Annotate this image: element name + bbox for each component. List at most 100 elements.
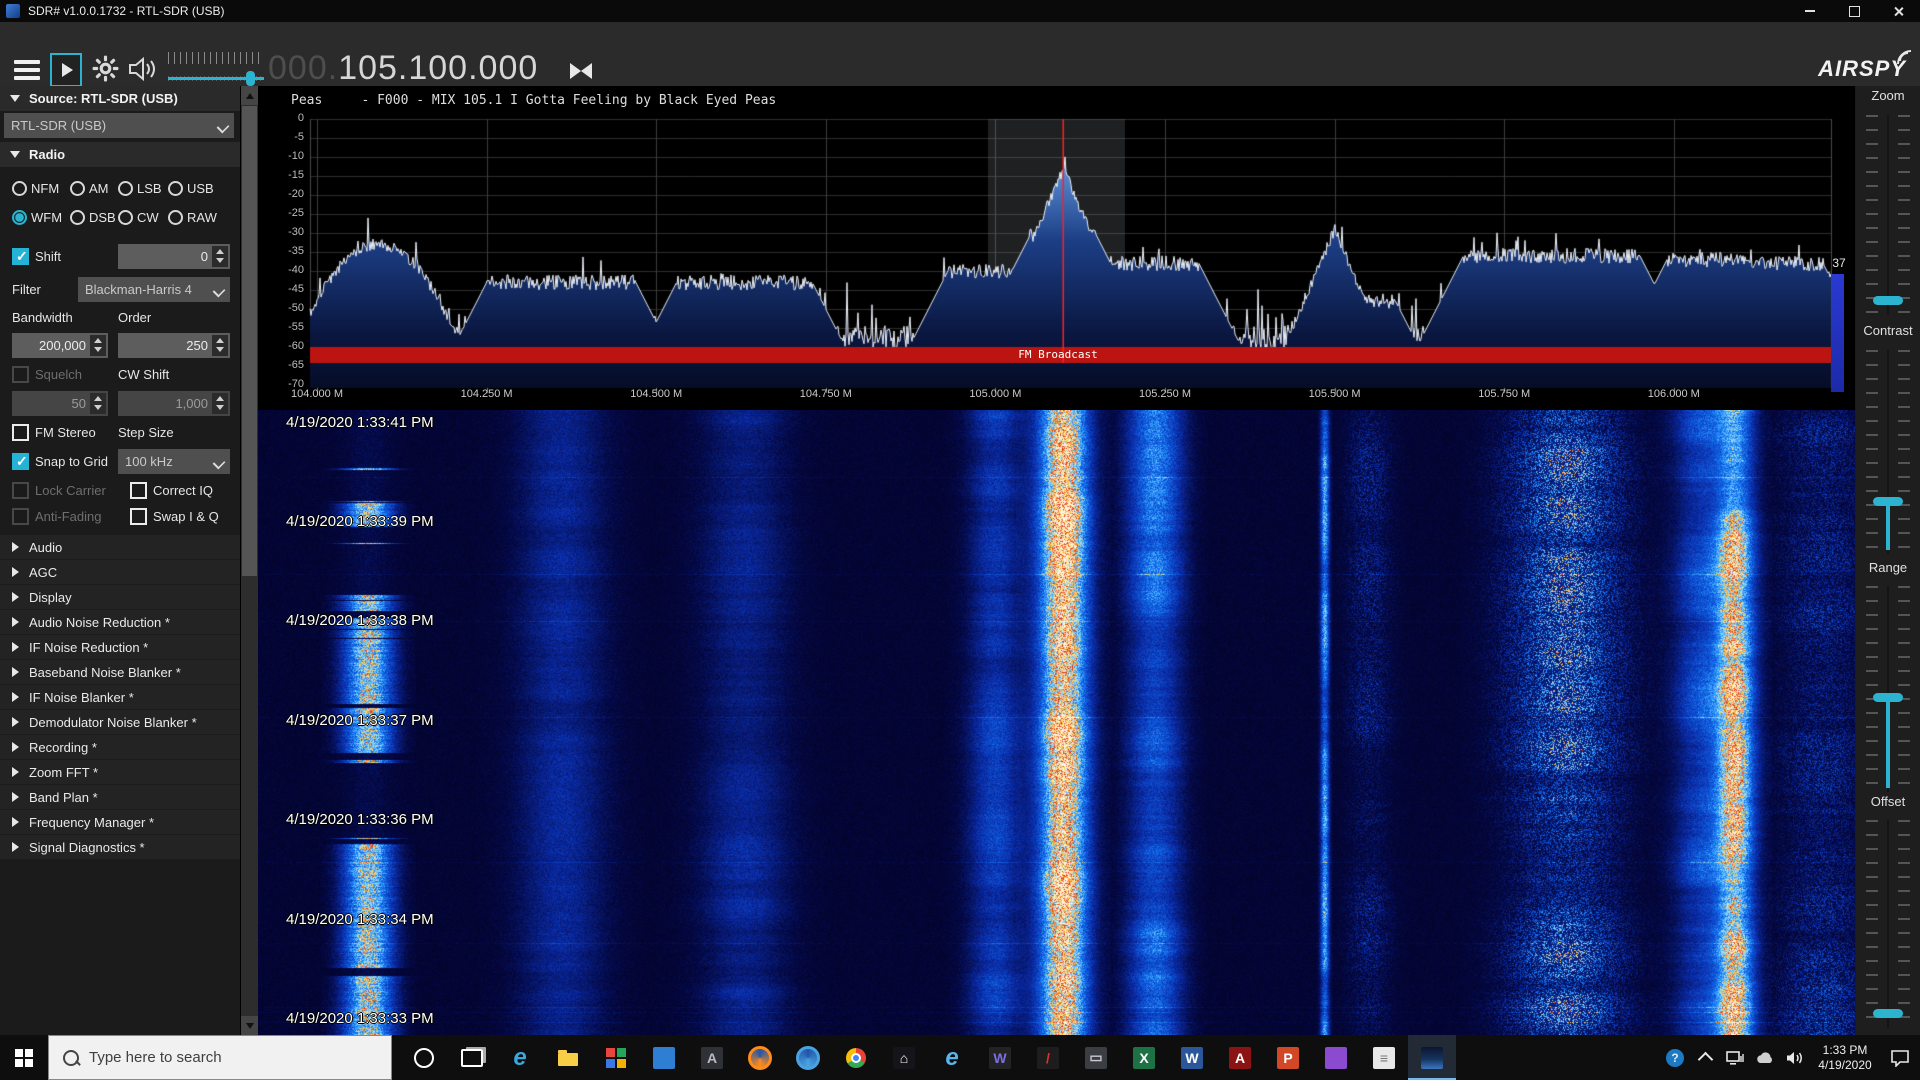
radio-mode-dsb[interactable]: DSB: [70, 210, 118, 225]
taskbar-app-media-app[interactable]: [1312, 1035, 1360, 1080]
taskbar-search[interactable]: [48, 1035, 392, 1080]
taskbar-app-globe-app[interactable]: [784, 1035, 832, 1080]
taskbar-app-task-view[interactable]: [448, 1035, 496, 1080]
radio-mode-nfm[interactable]: NFM: [12, 181, 70, 196]
volume-slider[interactable]: [168, 52, 264, 88]
scroll-up-icon[interactable]: [241, 86, 258, 105]
taskbar-app-notepad[interactable]: ≡: [1360, 1035, 1408, 1080]
spectrum-display[interactable]: Peas - F000 - MIX 105.1 I Gotta Feeling …: [258, 86, 1855, 410]
spinner-icon[interactable]: [90, 393, 106, 414]
taskbar-clock[interactable]: 1:33 PM4/19/2020: [1810, 1043, 1880, 1073]
bandwidth-input[interactable]: 200,000: [12, 333, 108, 358]
spinner-icon[interactable]: [212, 335, 228, 356]
radio-section-header[interactable]: Radio: [0, 142, 240, 167]
cw-shift-input[interactable]: 1,000: [118, 391, 230, 416]
audio-mute-button[interactable]: [128, 56, 158, 82]
maximize-button[interactable]: [1832, 0, 1876, 22]
radio-mode-usb[interactable]: USB: [168, 181, 224, 196]
slider-thumb[interactable]: [1873, 497, 1903, 506]
taskbar-app-store[interactable]: ⌂: [880, 1035, 928, 1080]
shift-input[interactable]: 0: [118, 244, 230, 269]
sidebar-scrollbar[interactable]: [241, 86, 258, 1035]
swap-iq-checkbox[interactable]: Swap I & Q: [130, 508, 230, 525]
sidebar-panel-if-noise-blanker[interactable]: IF Noise Blanker *: [0, 685, 240, 709]
squelch-input[interactable]: 50: [12, 391, 108, 416]
slider-zoom[interactable]: [1866, 115, 1910, 315]
sidebar-panel-agc[interactable]: AGC: [0, 560, 240, 584]
network-tray-icon[interactable]: [1720, 1035, 1750, 1080]
settings-button[interactable]: [92, 55, 119, 82]
slider-range[interactable]: [1866, 586, 1910, 792]
waterfall-canvas[interactable]: [258, 410, 1855, 1035]
snap-to-grid-checkbox[interactable]: Snap to Grid: [12, 453, 108, 470]
radio-mode-raw[interactable]: RAW: [168, 210, 224, 225]
taskbar-app-excel[interactable]: X: [1120, 1035, 1168, 1080]
taskbar-app-edge[interactable]: e: [496, 1035, 544, 1080]
radio-mode-cw[interactable]: CW: [118, 210, 168, 225]
spinner-icon[interactable]: [90, 335, 106, 356]
menu-button[interactable]: [14, 60, 40, 80]
order-input[interactable]: 250: [118, 333, 230, 358]
taskbar-app-browser-swirl[interactable]: [736, 1035, 784, 1080]
slider-contrast[interactable]: [1866, 350, 1910, 554]
onedrive-tray-icon[interactable]: [1750, 1035, 1780, 1080]
sidebar-panel-signal-diagnostics[interactable]: Signal Diagnostics *: [0, 835, 240, 859]
slider-thumb[interactable]: [1873, 693, 1903, 702]
minimize-button[interactable]: [1788, 0, 1832, 22]
sidebar-panel-display[interactable]: Display: [0, 585, 240, 609]
sidebar-panel-baseband-noise-blanker[interactable]: Baseband Noise Blanker *: [0, 660, 240, 684]
taskbar-app-word[interactable]: W: [1168, 1035, 1216, 1080]
play-button[interactable]: [50, 53, 82, 87]
anti-fading-checkbox[interactable]: Anti-Fading: [12, 508, 120, 525]
taskbar-app-chrome[interactable]: [832, 1035, 880, 1080]
sidebar-panel-frequency-manager[interactable]: Frequency Manager *: [0, 810, 240, 834]
slider-thumb[interactable]: [1873, 1009, 1903, 1018]
taskbar-app-powerpoint[interactable]: P: [1264, 1035, 1312, 1080]
taskbar-app-pen-app[interactable]: /: [1024, 1035, 1072, 1080]
source-select[interactable]: RTL-SDR (USB): [4, 113, 234, 138]
close-button[interactable]: [1876, 0, 1920, 22]
scroll-down-icon[interactable]: [241, 1016, 258, 1035]
shift-checkbox[interactable]: Shift: [12, 248, 108, 265]
waterfall-display[interactable]: 4/19/2020 1:33:41 PM4/19/2020 1:33:39 PM…: [258, 410, 1855, 1035]
volume-thumb[interactable]: [246, 71, 255, 86]
radio-mode-am[interactable]: AM: [70, 181, 118, 196]
taskbar-app-photos[interactable]: [592, 1035, 640, 1080]
taskbar-app-app-w[interactable]: W: [976, 1035, 1024, 1080]
start-button[interactable]: [0, 1035, 48, 1080]
radio-mode-lsb[interactable]: LSB: [118, 181, 168, 196]
snap-to-center-button[interactable]: [570, 62, 600, 80]
search-input[interactable]: [87, 1048, 351, 1067]
squelch-checkbox[interactable]: Squelch: [12, 366, 108, 383]
volume-tray-icon[interactable]: [1780, 1035, 1810, 1080]
taskbar-app-cortana[interactable]: [400, 1035, 448, 1080]
sidebar-panel-audio[interactable]: Audio: [0, 535, 240, 559]
tray-chevron-up-icon[interactable]: [1690, 1035, 1720, 1080]
action-center-button[interactable]: [1880, 1035, 1920, 1080]
sidebar-panel-recording[interactable]: Recording *: [0, 735, 240, 759]
filter-select[interactable]: Blackman-Harris 4: [78, 277, 230, 302]
scrollbar-thumb[interactable]: [242, 106, 257, 576]
sidebar-panel-zoom-fft[interactable]: Zoom FFT *: [0, 760, 240, 784]
taskbar-app-file-explorer[interactable]: [544, 1035, 592, 1080]
taskbar-app-acrobat[interactable]: A: [1216, 1035, 1264, 1080]
lock-carrier-checkbox[interactable]: Lock Carrier: [12, 482, 120, 499]
spinner-icon[interactable]: [212, 246, 228, 267]
spinner-icon[interactable]: [212, 393, 228, 414]
taskbar-app-sdrsharp[interactable]: [1408, 1035, 1456, 1080]
sidebar-panel-demodulator-noise-blanker[interactable]: Demodulator Noise Blanker *: [0, 710, 240, 734]
taskbar-app-app-blue[interactable]: [640, 1035, 688, 1080]
fm-stereo-checkbox[interactable]: FM Stereo: [12, 424, 108, 441]
sidebar-panel-audio-noise-reduction[interactable]: Audio Noise Reduction *: [0, 610, 240, 634]
slider-offset[interactable]: [1866, 820, 1910, 1028]
correct-iq-checkbox[interactable]: Correct IQ: [130, 482, 230, 499]
frequency-display[interactable]: 000.105.100.000: [268, 49, 538, 88]
source-section-header[interactable]: Source: RTL-SDR (USB): [0, 86, 240, 111]
taskbar-app-text-editor[interactable]: A: [688, 1035, 736, 1080]
taskbar-app-device-app[interactable]: ▭: [1072, 1035, 1120, 1080]
sidebar-panel-band-plan[interactable]: Band Plan *: [0, 785, 240, 809]
help-tray-icon[interactable]: ?: [1660, 1035, 1690, 1080]
slider-thumb[interactable]: [1873, 296, 1903, 305]
sidebar-panel-if-noise-reduction[interactable]: IF Noise Reduction *: [0, 635, 240, 659]
step-size-select[interactable]: 100 kHz: [118, 449, 230, 474]
